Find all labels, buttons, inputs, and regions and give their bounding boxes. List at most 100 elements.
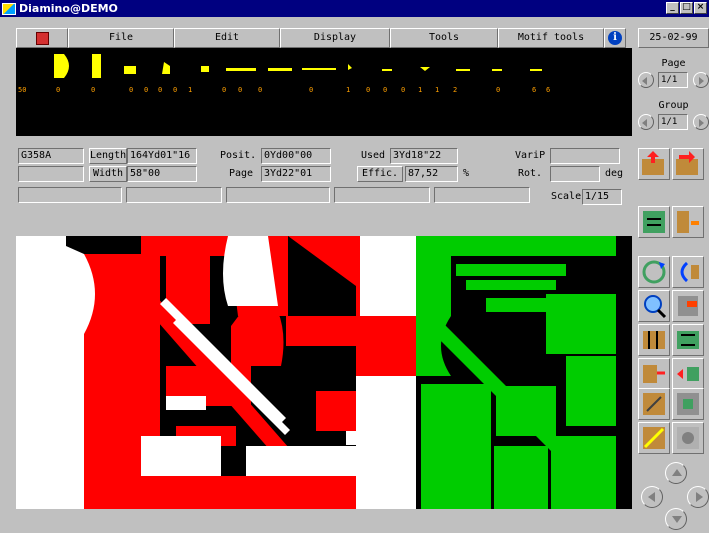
group-control: 1/1 [638, 114, 709, 130]
status-field-1 [18, 187, 122, 203]
posit-label: Posit. [220, 150, 257, 161]
scale-label: Scale [551, 191, 582, 202]
varip-field[interactable] [550, 148, 620, 164]
flip-piece-button[interactable] [672, 256, 704, 288]
page-length-label: Page [229, 168, 254, 179]
scroll-down-button[interactable] [665, 508, 687, 530]
marker-piece [466, 280, 556, 290]
page-group-panel: Page 1/1 Group 1/1 [638, 50, 709, 140]
group-next-button[interactable] [693, 114, 709, 130]
preview-counts: 50 0 0 0 0 0 0 1 0 0 0 0 1 0 0 0 1 1 2 0… [18, 86, 550, 94]
marker-piece [456, 264, 566, 276]
preview-count: 0 [222, 86, 226, 94]
preview-pieces [54, 54, 542, 78]
marker-piece [78, 476, 356, 509]
length-field: 164Yd01"16 [127, 148, 197, 164]
marker-piece [141, 436, 221, 476]
marker-layout [16, 236, 632, 509]
rotate-piece-icon [642, 260, 666, 284]
split-button[interactable] [638, 324, 670, 356]
preview-piece [268, 68, 292, 71]
marker-piece [566, 356, 616, 426]
marker-canvas[interactable] [16, 236, 632, 509]
maximize-button[interactable]: □ [680, 2, 693, 14]
effic-button[interactable]: Effic. [357, 166, 403, 182]
block-piece-button[interactable] [672, 388, 704, 420]
preview-piece [382, 69, 392, 71]
scroll-right-button[interactable] [687, 486, 709, 508]
menu-display[interactable]: Display [280, 28, 390, 48]
group-label: Group [658, 100, 689, 111]
zoom-button[interactable] [638, 290, 670, 322]
preview-count: 6 [532, 86, 536, 94]
menu-tools[interactable]: Tools [390, 28, 498, 48]
status-field-2 [126, 187, 222, 203]
percent-sign: % [463, 168, 470, 179]
app-logo-button[interactable] [16, 28, 68, 48]
preview-piece [226, 68, 256, 71]
swap-button[interactable] [672, 358, 704, 390]
rot-label: Rot. [518, 168, 543, 179]
canvas-border [616, 236, 632, 509]
slice-button[interactable] [638, 422, 670, 454]
puzzle-button[interactable] [672, 422, 704, 454]
preview-piece [92, 54, 101, 78]
menu-bar: File Edit Display Tools Motif tools i [16, 28, 632, 48]
swap-icon [677, 367, 699, 381]
place-piece-button[interactable] [638, 148, 670, 180]
align-piece-button[interactable] [672, 206, 704, 238]
marker-piece [286, 316, 356, 346]
zoom-icon [644, 295, 667, 319]
cut-piece-button[interactable] [638, 388, 670, 420]
bump-piece-icon [678, 296, 698, 316]
minimize-button[interactable]: _ [666, 2, 679, 14]
marker-piece [246, 446, 356, 476]
fold-button[interactable] [638, 358, 670, 390]
preview-count: 0 [144, 86, 148, 94]
scroll-up-button[interactable] [665, 462, 687, 484]
rotate-piece-button[interactable] [638, 256, 670, 288]
spread-button[interactable] [672, 324, 704, 356]
scroll-left-button[interactable] [641, 486, 663, 508]
preview-piece [348, 64, 352, 70]
page-next-button[interactable] [693, 72, 709, 88]
deg-label: deg [605, 168, 624, 179]
marker-piece [421, 384, 491, 509]
marker-piece [16, 250, 64, 268]
preview-count: 0 [258, 86, 262, 94]
preview-count: 1 [435, 86, 439, 94]
group-prev-button[interactable] [638, 114, 654, 130]
app-logo-icon [35, 31, 49, 45]
effic-field: 87,52 [405, 166, 458, 182]
menu-motif-tools[interactable]: Motif tools [498, 28, 604, 48]
preview-piece [530, 69, 542, 71]
width-field: 58"00 [127, 166, 197, 182]
group-field[interactable]: 1/1 [658, 114, 688, 130]
menu-file[interactable]: File [68, 28, 174, 48]
bump-piece-button[interactable] [672, 290, 704, 322]
info-button[interactable]: i [604, 28, 626, 48]
move-piece-icon [643, 211, 665, 233]
green-pieces [416, 236, 616, 509]
window-title: Diamino@DEMO [19, 2, 118, 15]
preview-count: 6 [546, 86, 550, 94]
model-code-field: G358A [18, 148, 84, 164]
piece-preview-strip[interactable]: 50 0 0 0 0 0 0 1 0 0 0 0 1 0 0 0 1 1 2 0… [16, 48, 632, 136]
move-piece-button[interactable] [638, 206, 670, 238]
rot-field[interactable] [550, 166, 600, 182]
model-extra-field [18, 166, 84, 182]
preview-piece [162, 62, 170, 74]
status-field-3 [226, 187, 330, 203]
marker-piece [496, 386, 556, 436]
remove-piece-button[interactable] [672, 148, 704, 180]
close-button[interactable]: × [694, 2, 707, 14]
preview-count: 0 [366, 86, 370, 94]
scale-field[interactable]: 1/15 [582, 189, 622, 205]
marker-piece [494, 446, 548, 509]
preview-count: 1 [418, 86, 422, 94]
page-field[interactable]: 1/1 [658, 72, 688, 88]
menu-edit[interactable]: Edit [174, 28, 280, 48]
posit-field: 0Yd00"00 [261, 148, 331, 164]
fold-icon [643, 365, 665, 383]
page-prev-button[interactable] [638, 72, 654, 88]
